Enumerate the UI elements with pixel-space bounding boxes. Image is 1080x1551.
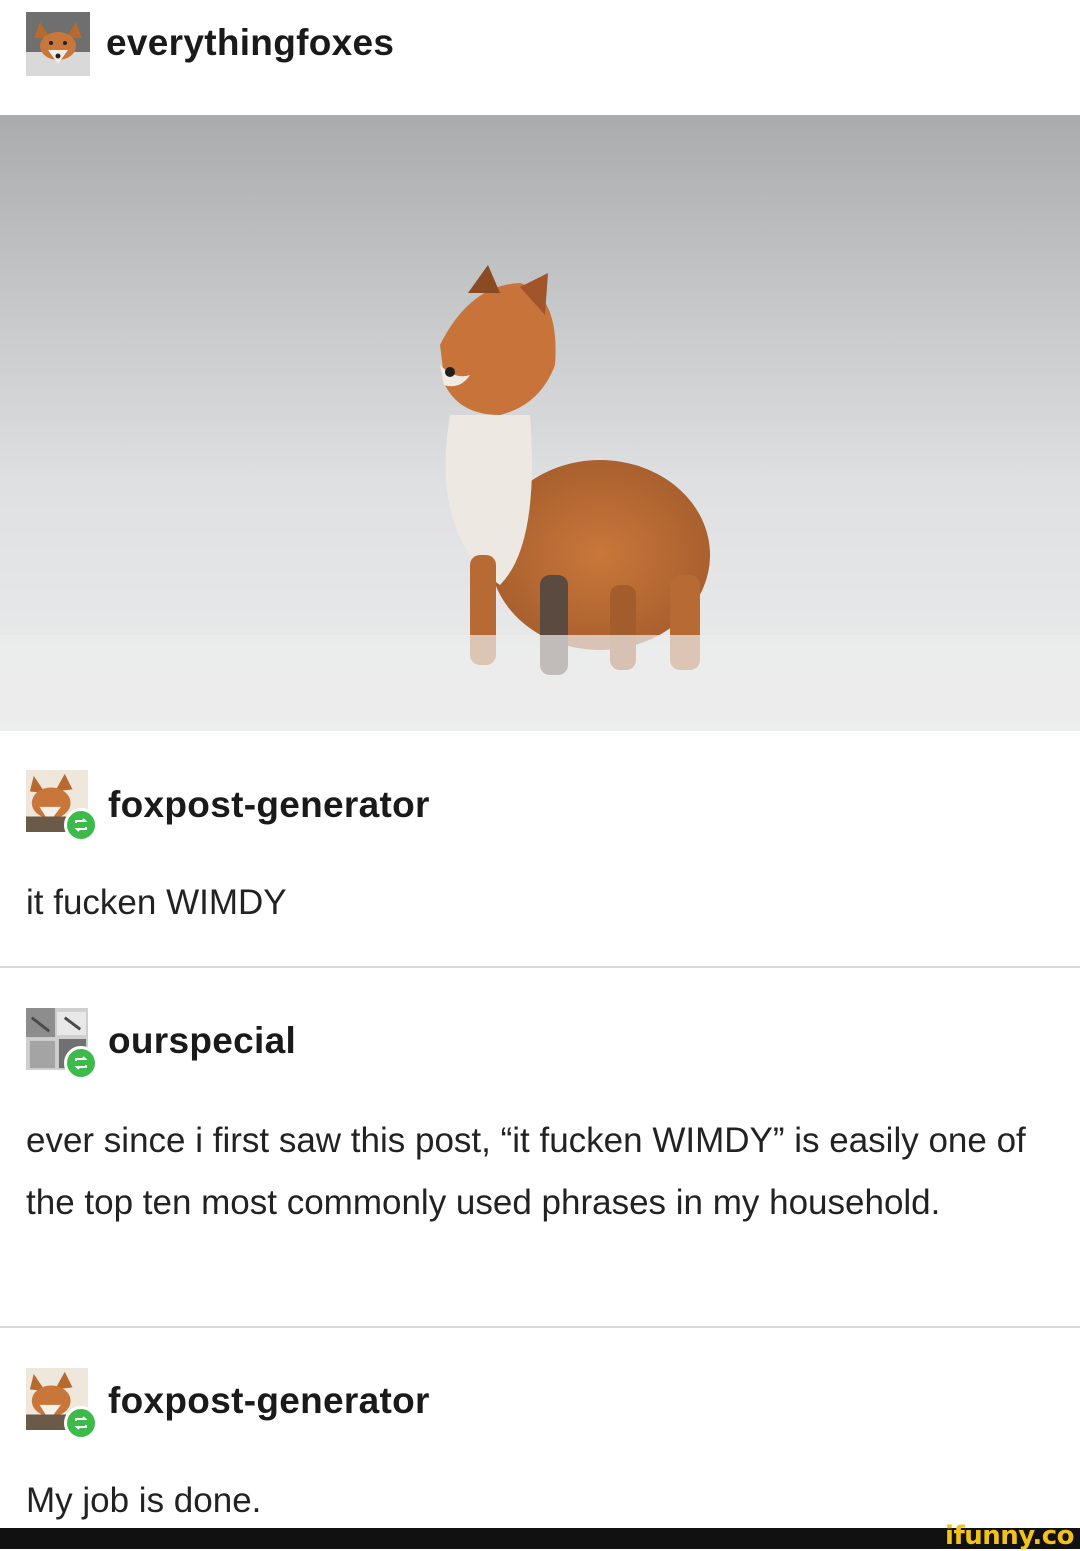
reblog-icon [74,1416,88,1430]
reblog-username-3[interactable]: foxpost-generator [108,1380,430,1422]
reblog-badge-2 [64,1046,98,1080]
divider-2 [0,1326,1080,1328]
reblog-username-1[interactable]: foxpost-generator [108,784,430,826]
divider-1 [0,966,1080,968]
bottom-bar [0,1528,1080,1549]
reblog-username-2[interactable]: ourspecial [108,1020,296,1062]
ifunny-watermark: ifunny.co [945,1521,1074,1551]
reblog-text-3: My job is done. [26,1481,262,1520]
reblog-badge-3 [64,1406,98,1440]
reblog-icon [74,818,88,832]
reblog-text-1: it fucken WIMDY [26,883,287,922]
op-username[interactable]: everythingfoxes [106,22,394,64]
reblog-icon [74,1056,88,1070]
fox-photo [0,115,1080,731]
reblog-text-2: ever since i first saw this post, “it fu… [26,1121,1026,1222]
fox-avatar-icon [26,12,90,76]
reblog-badge-1 [64,808,98,842]
op-avatar[interactable] [26,12,90,76]
post-photo[interactable] [0,115,1080,731]
